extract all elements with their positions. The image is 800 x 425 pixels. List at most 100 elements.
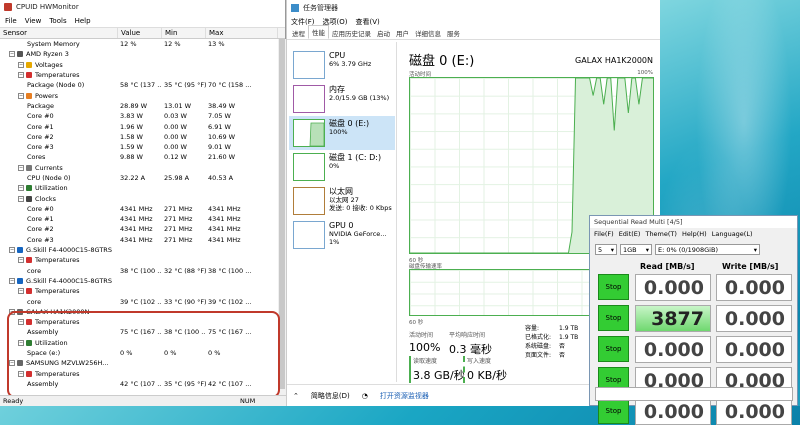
collapse-icon[interactable]: −	[9, 247, 15, 254]
sensor-min: 271 MHz	[164, 215, 193, 224]
drive-select[interactable]: E: 0% (0/1908GiB) ▾	[655, 244, 760, 255]
menu-view[interactable]: View	[25, 17, 42, 25]
sensor-label: Temperatures	[35, 287, 80, 296]
sensor-row[interactable]: Core #0 3.83 W 0.03 W 7.05 W	[0, 111, 278, 121]
chevron-up-icon[interactable]: ⌃	[293, 392, 299, 400]
collapse-icon[interactable]: −	[9, 277, 15, 284]
tab-details[interactable]: 详细信息	[412, 27, 444, 39]
collapse-icon[interactable]: −	[9, 51, 15, 58]
tab-services[interactable]: 服务	[444, 27, 463, 39]
perf-item-cpu[interactable]: CPU 6% 3.79 GHz	[289, 48, 395, 82]
sensor-row[interactable]: − Utilization	[0, 183, 278, 193]
sensor-row[interactable]: − Temperatures	[0, 70, 278, 80]
collapse-icon[interactable]: −	[18, 72, 24, 79]
sensor-row[interactable]: CPU (Node 0) 32.22 A 25.98 A 40.53 A	[0, 173, 278, 183]
sensor-row[interactable]: − G.Skill F4-4000C15-8GTRS	[0, 245, 278, 255]
prop-value: 1.9 TB	[559, 334, 579, 341]
size-select[interactable]: 1GB ▾	[620, 244, 652, 255]
tab-app-history[interactable]: 应用历史记录	[329, 27, 374, 39]
collapse-icon[interactable]: −	[18, 92, 24, 99]
sensor-row[interactable]: − Temperatures	[0, 286, 278, 296]
sensor-row[interactable]: Cores 9.88 W 0.12 W 21.60 W	[0, 152, 278, 162]
menu-help[interactable]: Help	[75, 17, 91, 25]
seqread-comment-field[interactable]	[595, 387, 793, 401]
col-sensor[interactable]: Sensor	[0, 28, 118, 38]
stat-label: 活动时间	[409, 332, 434, 339]
sensor-row[interactable]: Core #0 4341 MHz 271 MHz 4341 MHz	[0, 204, 278, 214]
menu-view[interactable]: 查看(V)	[355, 17, 379, 27]
sensor-row[interactable]: Core #2 1.58 W 0.00 W 10.69 W	[0, 132, 278, 142]
collapse-icon[interactable]: −	[18, 195, 24, 202]
sensor-row[interactable]: − Voltages	[0, 60, 278, 70]
tab-startup[interactable]: 启动	[374, 27, 393, 39]
menu-edit[interactable]: Edit(E)	[619, 230, 641, 238]
stop-button[interactable]: Stop	[598, 274, 629, 300]
power-icon	[26, 92, 32, 99]
collapse-icon[interactable]: −	[18, 164, 24, 171]
fewer-details-button[interactable]: 简略信息(D)	[311, 391, 350, 401]
sensor-max: 4341 MHz	[208, 215, 241, 224]
menu-help[interactable]: Help(H)	[682, 230, 707, 238]
sensor-row[interactable]: core 39 °C (102 ... 33 °C (90 °F) 39 °C (10…	[0, 296, 278, 306]
sensor-value: 4341 MHz	[120, 225, 153, 234]
sensor-row[interactable]: Package 28.89 W 13.01 W 38.49 W	[0, 101, 278, 111]
perf-item-disk0[interactable]: 磁盘 0 (E:) 100%	[289, 116, 395, 150]
sensor-label: Core #2	[27, 132, 54, 141]
collapse-icon[interactable]: −	[18, 185, 24, 192]
sensor-row[interactable]: Core #1 1.96 W 0.00 W 6.91 W	[0, 121, 278, 131]
sensor-row[interactable]: Core #1 4341 MHz 271 MHz 4341 MHz	[0, 214, 278, 224]
stop-button[interactable]: Stop	[598, 305, 629, 331]
sensor-value: 4341 MHz	[120, 215, 153, 224]
tab-performance[interactable]: 性能	[308, 25, 329, 39]
sensor-row[interactable]: − Temperatures	[0, 255, 278, 265]
tab-users[interactable]: 用户	[393, 27, 412, 39]
seqread-controls: 5 ▾ 1GB ▾ E: 0% (0/1908GiB) ▾	[595, 244, 760, 256]
sensor-label: Core #0	[27, 204, 54, 213]
sensor-label: Core #3	[27, 235, 54, 244]
sensor-row[interactable]: Package (Node 0) 58 °C (137 ... 35 °C (95 …	[0, 80, 278, 90]
perf-item-disk1[interactable]: 磁盘 1 (C: D:) 0%	[289, 150, 395, 184]
sensor-row[interactable]: − Currents	[0, 163, 278, 173]
menu-tools[interactable]: Tools	[49, 17, 66, 25]
chevron-down-icon: ▾	[753, 245, 757, 254]
menu-language[interactable]: Language(L)	[712, 230, 753, 238]
util-icon	[26, 185, 32, 192]
sensor-min: 0.03 W	[164, 112, 187, 121]
open-resource-monitor-link[interactable]: 打开资源监视器	[380, 391, 429, 401]
sensor-row[interactable]: System Memory 12 % 12 % 13 %	[0, 39, 278, 49]
collapse-icon[interactable]: −	[18, 288, 24, 295]
sensor-row[interactable]: core 38 °C (100 ... 32 °C (88 °F) 38 °C (10…	[0, 266, 278, 276]
col-max[interactable]: Max	[206, 28, 278, 38]
menu-theme[interactable]: Theme(T)	[645, 230, 676, 238]
stop-button[interactable]: Stop	[598, 398, 629, 424]
col-value[interactable]: Value	[118, 28, 162, 38]
stop-button[interactable]: Stop	[598, 336, 629, 362]
sensor-label: Core #1	[27, 122, 54, 131]
sensor-row[interactable]: Core #3 1.59 W 0.00 W 9.01 W	[0, 142, 278, 152]
col-min[interactable]: Min	[162, 28, 206, 38]
stat-response: 平均响应时间 0.3 毫秒	[449, 330, 492, 357]
write-header: Write [MB/s]	[722, 262, 779, 271]
count-select[interactable]: 5 ▾	[595, 244, 617, 255]
perf-item-memory[interactable]: 内存 2.0/15.9 GB (13%)	[289, 82, 395, 116]
menu-file[interactable]: File	[5, 17, 17, 25]
stat-value: 100%	[409, 341, 441, 354]
seqread-menubar: File(F) Edit(E) Theme(T) Help(H) Languag…	[590, 228, 797, 239]
collapse-icon[interactable]: −	[18, 61, 24, 68]
sensor-row[interactable]: − Powers	[0, 90, 278, 100]
sensor-row[interactable]: Core #3 4341 MHz 271 MHz 4341 MHz	[0, 235, 278, 245]
tab-processes[interactable]: 进程	[289, 27, 308, 39]
sensor-label: Currents	[35, 163, 63, 172]
menu-file[interactable]: File(F)	[594, 230, 614, 238]
collapse-icon[interactable]: −	[18, 257, 24, 264]
sensor-row[interactable]: − G.Skill F4-4000C15-8GTRS	[0, 276, 278, 286]
perf-item-gpu[interactable]: GPU 0 NVIDIA GeForce... 1%	[289, 218, 395, 252]
count-value: 5	[598, 245, 603, 254]
perf-item-ethernet[interactable]: 以太网 以太网 27 发送: 0 接收: 0 Kbps	[289, 184, 395, 218]
sensor-max: 9.01 W	[208, 143, 231, 152]
sensor-max: 38.49 W	[208, 101, 236, 110]
sensor-row[interactable]: Core #2 4341 MHz 271 MHz 4341 MHz	[0, 224, 278, 234]
sensor-row[interactable]: − AMD Ryzen 3	[0, 49, 278, 59]
sensor-value: 38 °C (100 ...	[120, 266, 162, 275]
sensor-row[interactable]: − Clocks	[0, 193, 278, 203]
